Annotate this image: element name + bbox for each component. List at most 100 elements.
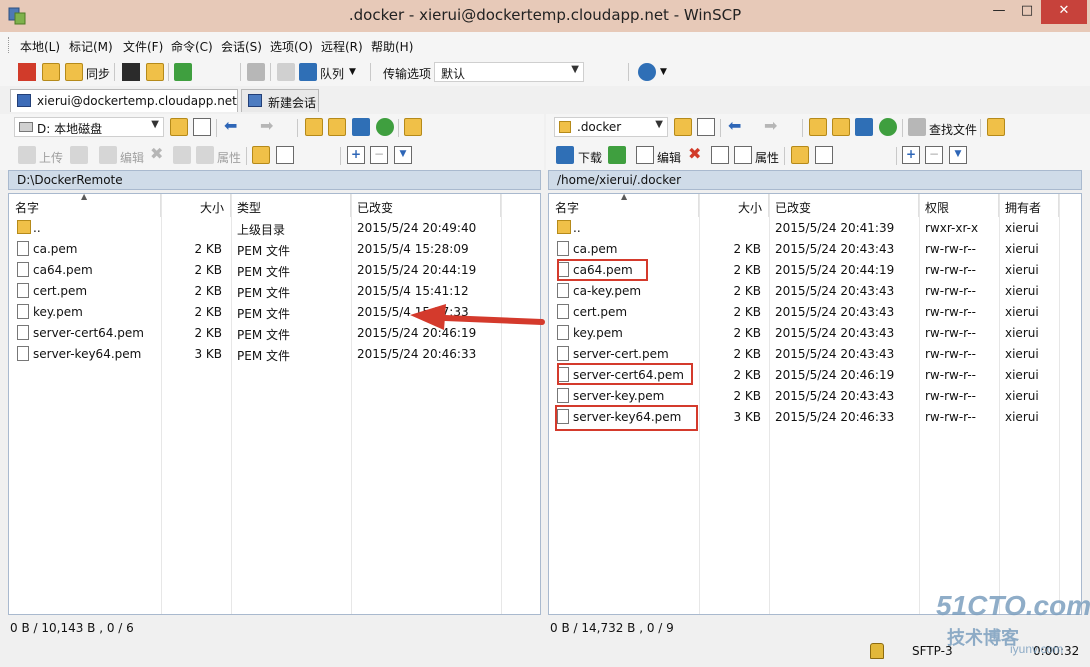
transfer-options-label: 传输选项 xyxy=(383,67,432,81)
menu-command[interactable]: 命令(C) xyxy=(171,38,213,55)
tab-new-session[interactable]: 新建会话 xyxy=(241,89,319,112)
table-row[interactable]: ca-key.pem 2 KB 2015/5/24 20:43:43 rw-rw-r-… xyxy=(549,281,1081,302)
table-row[interactable]: cert.pem 2 KB PEM 文件 2015/5/4 15:41:12 xyxy=(9,281,540,302)
find-files-icon[interactable] xyxy=(908,118,926,136)
right-file-pane[interactable]: ▲ 名字 大小 已改变 权限 拥有者 .. 2015/5/24 20:41:39 r… xyxy=(548,192,1082,615)
new-file-icon[interactable] xyxy=(815,146,833,164)
putty-icon[interactable] xyxy=(146,63,164,81)
file-changed: 2015/5/24 20:41:39 xyxy=(775,221,895,235)
properties-label[interactable]: 属性 xyxy=(755,149,779,166)
local-drive-select[interactable]: D: 本地磁盘 ▼ xyxy=(14,117,164,137)
open-directory-icon[interactable] xyxy=(674,118,692,136)
new-folder-icon[interactable] xyxy=(252,146,270,164)
edit-label[interactable]: 编辑 xyxy=(657,149,681,166)
col-header-owner[interactable]: 拥有者 xyxy=(999,194,1059,217)
table-row[interactable]: .. 上级目录 2015/5/24 20:49:40 xyxy=(9,218,540,239)
parent-directory-icon[interactable] xyxy=(809,118,827,136)
download-label[interactable]: 下载 xyxy=(578,149,602,166)
filter-icon[interactable] xyxy=(697,118,715,136)
home-icon[interactable] xyxy=(855,118,873,136)
menu-local[interactable]: 本地(L) xyxy=(20,38,60,55)
edit-icon[interactable] xyxy=(636,146,654,164)
maximize-button[interactable]: □ xyxy=(1013,0,1041,24)
download-options-icon[interactable] xyxy=(608,146,626,164)
file-type: PEM 文件 xyxy=(237,328,290,342)
select-minus-icon[interactable]: − xyxy=(370,146,388,164)
col-header-type[interactable]: 类型 xyxy=(231,194,351,217)
select-plus-icon[interactable]: + xyxy=(902,146,920,164)
new-window-icon[interactable] xyxy=(174,63,192,81)
globe-icon[interactable] xyxy=(638,63,656,81)
table-row[interactable]: server-key.pem 2 KB 2015/5/24 20:43:43 rw-r… xyxy=(549,386,1081,407)
menu-session[interactable]: 会话(S) xyxy=(221,38,262,55)
file-changed: 2015/5/24 20:43:43 xyxy=(775,326,895,340)
select-filter-icon[interactable]: ▼ xyxy=(949,146,967,164)
select-filter-icon[interactable]: ▼ xyxy=(394,146,412,164)
left-file-pane[interactable]: ▲ 名字 大小 类型 已改变 .. 上级目录 2015/5/24 20:49:40 c… xyxy=(8,192,541,615)
table-row[interactable]: cert.pem 2 KB 2015/5/24 20:43:43 rw-rw-r-- x… xyxy=(549,302,1081,323)
tab-session[interactable]: xierui@dockertemp.cloudapp.net xyxy=(10,89,238,112)
rename-icon[interactable] xyxy=(711,146,729,164)
delete-icon[interactable]: ✖ xyxy=(688,146,706,164)
compare-icon[interactable] xyxy=(18,63,36,81)
right-path: /home/xierui/.docker xyxy=(557,173,682,187)
home-icon[interactable] xyxy=(352,118,370,136)
col-header-changed[interactable]: 已改变 xyxy=(769,194,919,217)
refresh-icon[interactable] xyxy=(879,118,897,136)
select-plus-icon[interactable]: + xyxy=(347,146,365,164)
menu-remote[interactable]: 远程(R) xyxy=(321,38,363,55)
table-row[interactable]: ca64.pem 2 KB PEM 文件 2015/5/24 20:44:19 xyxy=(9,260,540,281)
filter-icon[interactable] xyxy=(193,118,211,136)
new-folder-icon[interactable] xyxy=(791,146,809,164)
file-owner: xierui xyxy=(1005,263,1039,277)
close-button[interactable]: ✕ xyxy=(1041,0,1087,24)
remote-dir-select[interactable]: .docker ▼ xyxy=(554,117,668,137)
col-header-rights[interactable]: 权限 xyxy=(919,194,999,217)
menu-bar: 本地(L) 标记(M) 文件(F) 命令(C) 会话(S) 选项(O) 远程(R… xyxy=(0,32,1090,58)
file-size: 3 KB xyxy=(194,347,222,361)
download-icon[interactable] xyxy=(556,146,574,164)
menu-file[interactable]: 文件(F) xyxy=(123,38,163,55)
back-arrow-icon[interactable]: ⬅ xyxy=(224,118,242,136)
back-arrow-icon[interactable]: ⬅ xyxy=(728,118,746,136)
queue-label[interactable]: 队列 xyxy=(320,65,344,82)
menu-options[interactable]: 选项(O) xyxy=(270,38,313,55)
menu-mark[interactable]: 标记(M) xyxy=(69,38,113,55)
col-header-name[interactable]: ▲ 名字 xyxy=(549,192,699,217)
sync-icon[interactable] xyxy=(65,63,83,81)
tree-icon[interactable] xyxy=(404,118,422,136)
table-row[interactable]: server-cert.pem 2 KB 2015/5/24 20:43:43 rw-… xyxy=(549,344,1081,365)
properties-icon[interactable] xyxy=(734,146,752,164)
menu-help[interactable]: 帮助(H) xyxy=(371,38,413,55)
table-row[interactable]: .. 2015/5/24 20:41:39 rwxr-xr-x xierui xyxy=(549,218,1081,239)
new-session-icon xyxy=(248,94,262,107)
queue-dropdown-arrow-icon[interactable]: ▼ xyxy=(349,67,356,77)
refresh-icon[interactable] xyxy=(376,118,394,136)
table-row[interactable]: key.pem 2 KB 2015/5/24 20:43:43 rw-rw-r-- xi… xyxy=(549,323,1081,344)
minimize-button[interactable]: — xyxy=(985,0,1013,24)
queue-icon[interactable] xyxy=(299,63,317,81)
file-size: 2 KB xyxy=(733,284,761,298)
root-directory-icon[interactable] xyxy=(832,118,850,136)
globe-dropdown-arrow-icon[interactable]: ▼ xyxy=(660,67,667,77)
col-header-name[interactable]: ▲ 名字 xyxy=(9,192,161,217)
console-icon[interactable] xyxy=(122,63,140,81)
open-directory-icon[interactable] xyxy=(170,118,188,136)
find-files-label[interactable]: 查找文件 xyxy=(929,121,977,138)
transfer-options-select[interactable]: 默认 ▼ xyxy=(434,62,584,82)
table-row[interactable]: ca.pem 2 KB PEM 文件 2015/5/4 15:28:09 xyxy=(9,239,540,260)
root-directory-icon[interactable] xyxy=(328,118,346,136)
table-row[interactable]: server-key64.pem 3 KB PEM 文件 2015/5/24 20:4… xyxy=(9,344,540,365)
parent-directory-icon[interactable] xyxy=(305,118,323,136)
col-header-size[interactable]: 大小 xyxy=(699,194,769,217)
sync-label[interactable]: 同步 xyxy=(86,65,110,82)
select-minus-icon[interactable]: − xyxy=(925,146,943,164)
new-file-icon[interactable] xyxy=(276,146,294,164)
left-nav-toolbar: D: 本地磁盘 ▼ ⬅ ➡ xyxy=(0,114,544,142)
col-header-size[interactable]: 大小 xyxy=(161,194,231,217)
tree-icon[interactable] xyxy=(987,118,1005,136)
synchronize-browse-icon[interactable] xyxy=(42,63,60,81)
col-header-changed[interactable]: 已改变 xyxy=(351,194,501,217)
preferences-gear-icon[interactable] xyxy=(247,63,265,81)
table-row[interactable]: ca.pem 2 KB 2015/5/24 20:43:43 rw-rw-r-- xie… xyxy=(549,239,1081,260)
